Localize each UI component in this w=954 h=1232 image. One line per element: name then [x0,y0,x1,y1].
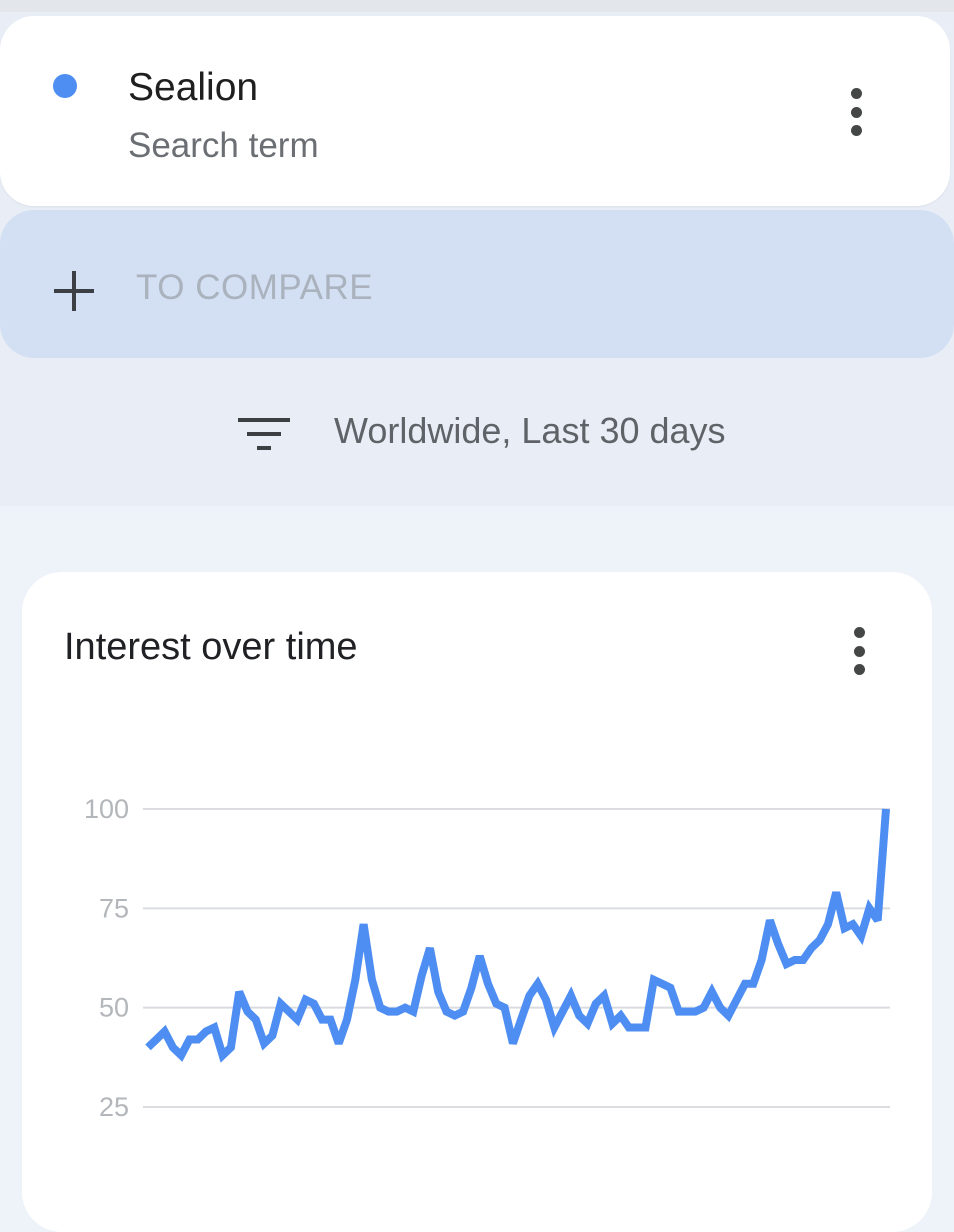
y-tick-label: 75 [99,893,129,923]
y-tick-label: 100 [84,794,129,824]
interest-chart: 100 75 50 25 [84,794,890,1122]
y-tick-label: 25 [99,1092,129,1122]
series-line [145,808,890,1063]
y-tick-label: 50 [99,993,129,1023]
